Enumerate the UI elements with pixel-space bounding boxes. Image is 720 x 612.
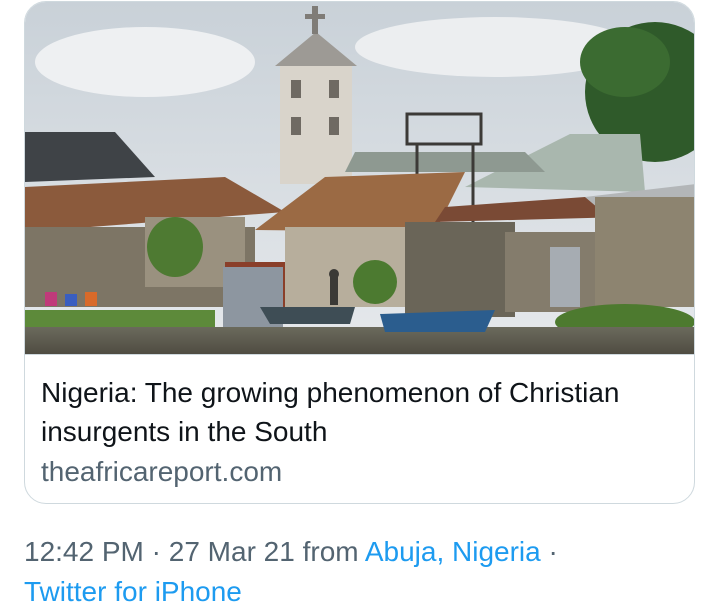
tweet-time[interactable]: 12:42 PM [24,536,144,567]
article-image[interactable] [25,2,695,354]
tweet-date[interactable]: 27 Mar 21 [169,536,295,567]
source-link[interactable]: Twitter for iPhone [24,576,242,607]
separator: · [143,536,169,567]
article-domain[interactable]: theafricareport.com [41,453,282,491]
card-divider [25,354,694,355]
article-title[interactable]: Nigeria: The growing phenomenon of Chris… [41,373,681,451]
tweet-metadata: 12:42 PM · 27 Mar 21 from Abuja, Nigeria… [24,532,714,612]
from-text: from [294,536,365,567]
separator: · [540,536,558,567]
link-preview-card[interactable]: Nigeria: The growing phenomenon of Chris… [24,1,695,504]
location-link[interactable]: Abuja, Nigeria [365,536,541,567]
